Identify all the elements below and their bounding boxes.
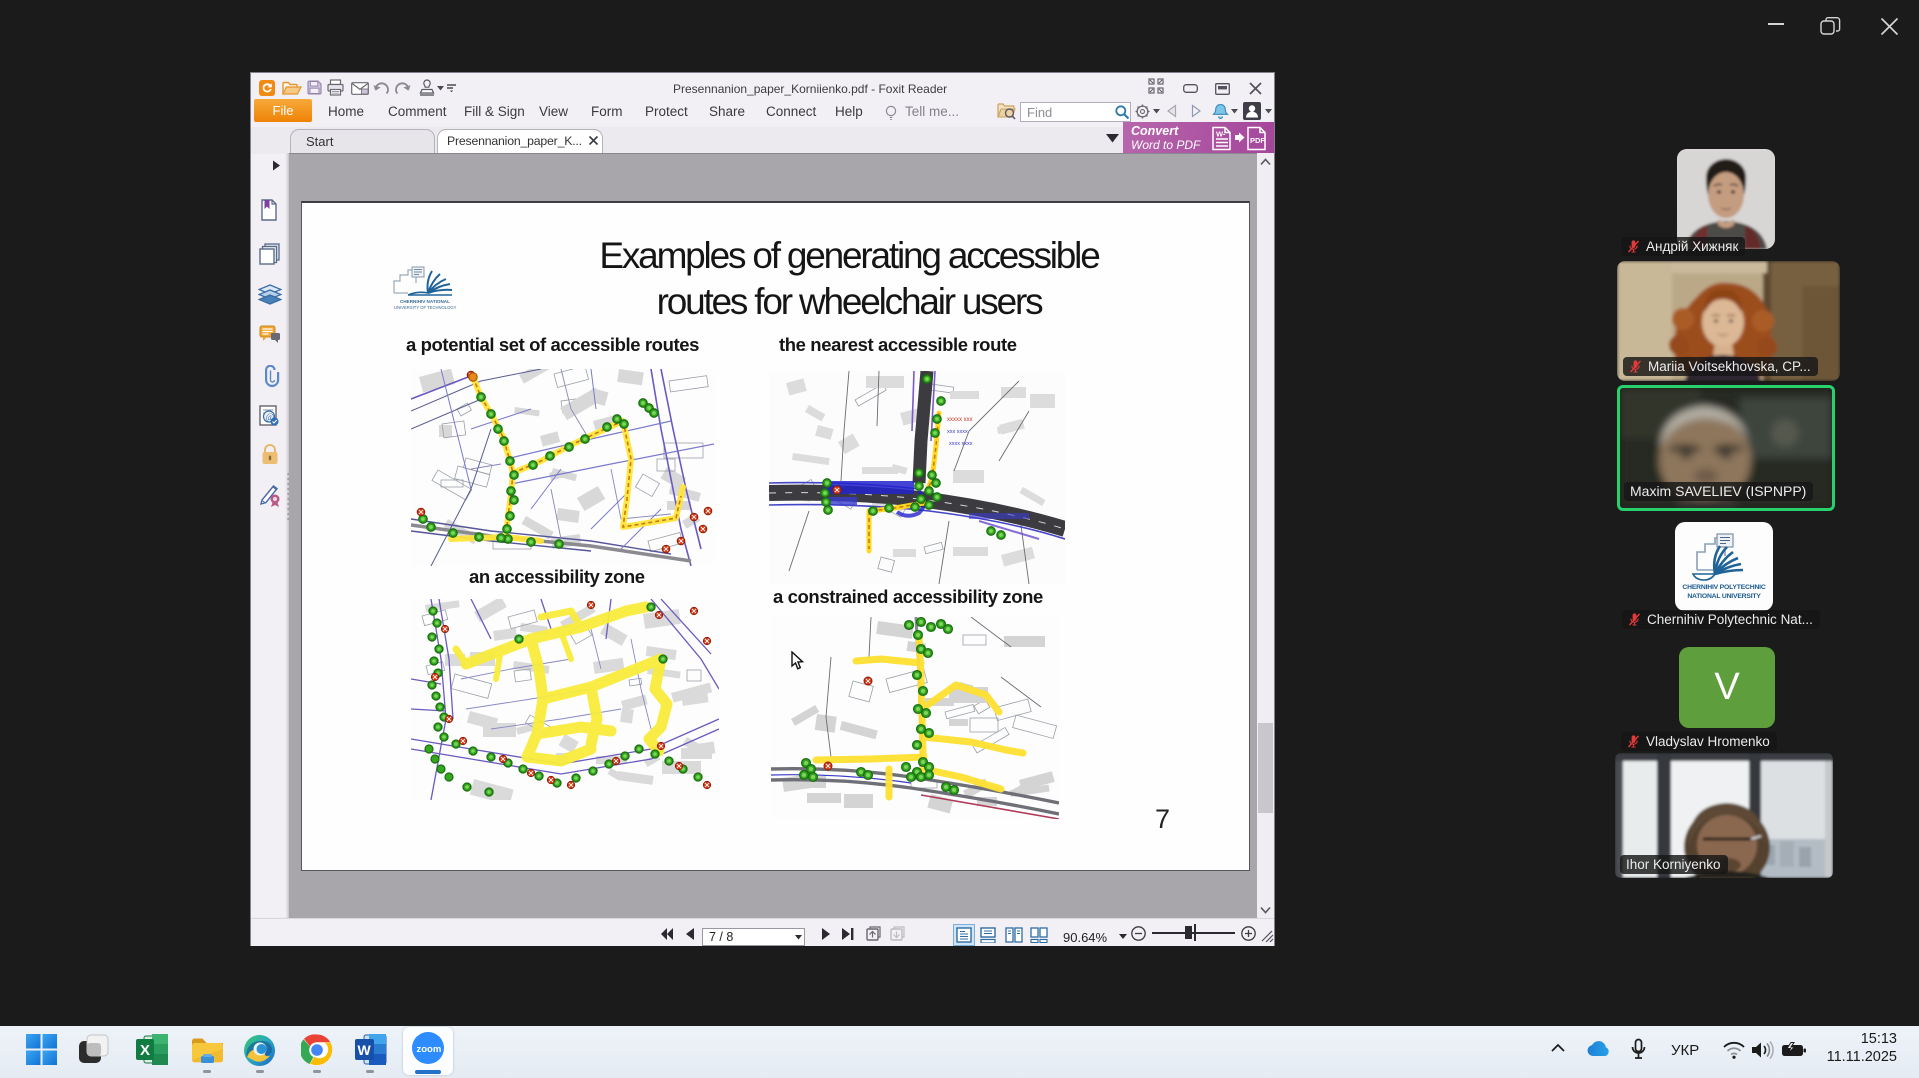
svg-text:PDF: PDF — [1250, 136, 1265, 145]
svg-text:CHERNIHIV POLYTECHNIC: CHERNIHIV POLYTECHNIC — [1682, 584, 1765, 591]
svg-text:CHERNIHIV NATIONAL: CHERNIHIV NATIONAL — [400, 299, 450, 304]
svg-text:UNIVERSITY OF TECHNOLOGY: UNIVERSITY OF TECHNOLOGY — [394, 305, 457, 310]
svg-text:xxxx xxxx: xxxx xxxx — [949, 441, 973, 447]
svg-text:X: X — [140, 1042, 150, 1059]
svg-text:NATIONAL UNIVERSITY: NATIONAL UNIVERSITY — [1687, 593, 1761, 600]
svg-text:zoom: zoom — [417, 1044, 442, 1055]
svg-text:W: W — [358, 1042, 372, 1058]
svg-text:xxxxx xxx: xxxxx xxx — [947, 417, 973, 423]
svg-text:xxx xxxx: xxx xxxx — [947, 429, 968, 435]
svg-text:W-: W- — [1216, 130, 1226, 139]
